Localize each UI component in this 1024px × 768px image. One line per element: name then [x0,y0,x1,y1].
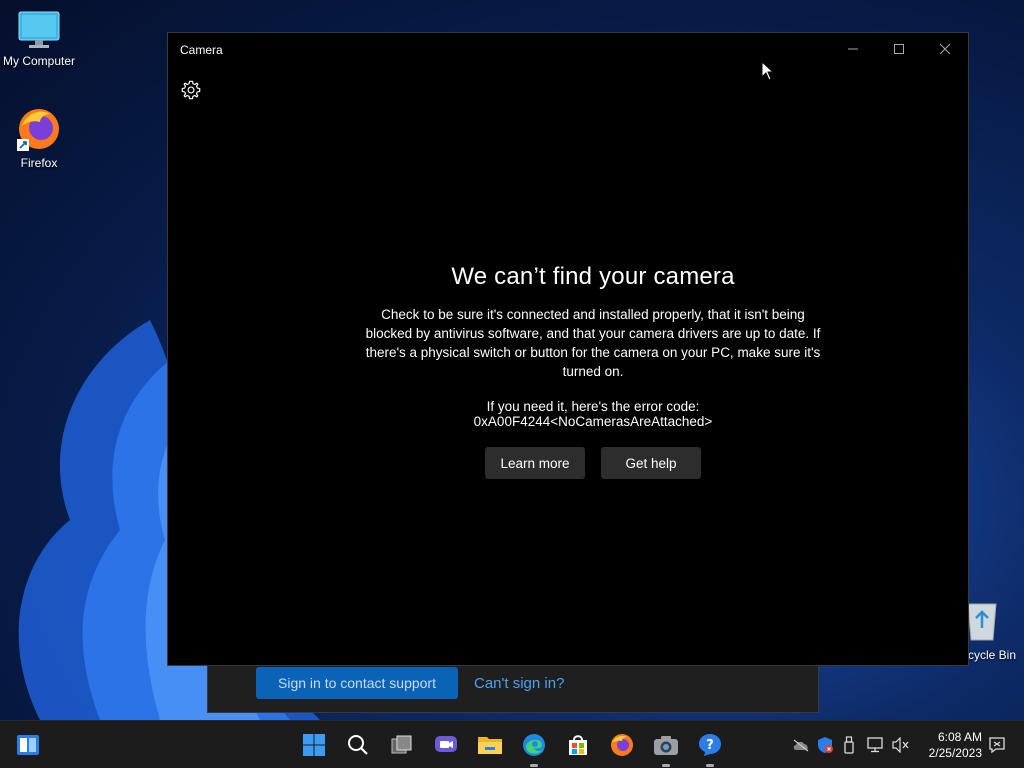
get-help-taskbar-button[interactable]: ? [694,729,726,767]
maximize-icon [894,44,904,54]
store-button[interactable] [562,729,594,761]
error-message: Check to be sure it's connected and inst… [365,307,821,379]
settings-button[interactable] [180,79,204,103]
network-icon [867,737,883,753]
svg-text:?: ? [706,738,714,753]
task-view-icon [391,735,412,754]
chat-icon [435,736,457,752]
error-title: We can’t find your camera [451,263,735,290]
network-button[interactable] [866,736,884,754]
volume-button[interactable] [892,736,910,754]
running-indicator [530,764,538,767]
camera-window: Camera We can’t find your camera Check t… [167,32,969,666]
desktop-icon-firefox[interactable]: Firefox [0,106,78,170]
monitor-icon [18,11,60,48]
notification-button[interactable] [988,736,1006,754]
error-code: 0xA00F4244<NoCamerasAreAttached> [473,414,713,429]
edge-icon [523,734,545,756]
sign-in-support-button[interactable]: Sign in to contact support [256,667,458,699]
desktop-icon-label: cycle Bin [968,648,1017,662]
usb-button[interactable] [840,736,858,754]
running-indicator [662,764,670,767]
widgets-icon [17,735,39,755]
window-title: Camera [180,43,223,57]
clock-time: 6:08 AM [937,730,982,744]
desktop-icon-my-computer[interactable]: My Computer [0,10,78,68]
defender-icon [818,737,833,753]
maximize-button[interactable] [876,33,922,65]
onedrive-button[interactable] [792,736,810,754]
search-button[interactable] [342,729,374,761]
close-button[interactable] [922,33,968,65]
task-view-button[interactable] [386,729,418,761]
file-explorer-button[interactable] [474,729,506,761]
search-icon [348,735,368,755]
desktop-icon-label: Firefox [20,156,58,170]
get-help-icon: ? [699,734,721,756]
minimize-icon [848,48,858,50]
error-code-label: If you need it, here's the error code: [486,399,700,414]
firefox-icon [611,734,633,756]
learn-more-button[interactable]: Learn more [485,447,585,479]
error-panel: We can’t find your camera Check to be su… [168,263,968,479]
gear-icon [181,80,201,100]
file-explorer-icon [478,737,502,754]
cant-sign-in-link[interactable]: Can't sign in? [474,675,564,692]
chat-button[interactable] [430,729,462,761]
support-window: Sign in to contact support Can't sign in… [207,660,819,713]
system-clock[interactable]: 6:08 AM 2/25/2023 [929,729,982,761]
taskbar: ? 6:08 AM 2/25/2023 [0,720,1024,768]
clock-date: 2/25/2023 [928,746,982,760]
onedrive-icon [793,739,809,752]
firefox-icon [17,109,59,151]
title-bar[interactable]: Camera [168,33,968,67]
running-indicator [706,764,714,767]
defender-button[interactable] [816,736,834,754]
volume-muted-icon [892,737,909,753]
notification-icon [989,737,1005,754]
minimize-button[interactable] [830,33,876,65]
camera-taskbar-button[interactable] [650,729,682,767]
store-icon [569,735,587,755]
close-icon [939,43,951,55]
usb-icon [844,736,854,754]
start-icon [303,734,325,756]
firefox-taskbar-button[interactable] [606,729,638,761]
edge-button[interactable] [518,729,550,767]
desktop-icon-label: My Computer [2,54,76,68]
start-button[interactable] [298,729,330,761]
get-help-button[interactable]: Get help [601,447,701,479]
widgets-button[interactable] [12,729,44,761]
camera-icon [654,736,678,755]
mouse-cursor-icon [761,61,775,81]
error-actions: Learn more Get help [168,447,968,479]
